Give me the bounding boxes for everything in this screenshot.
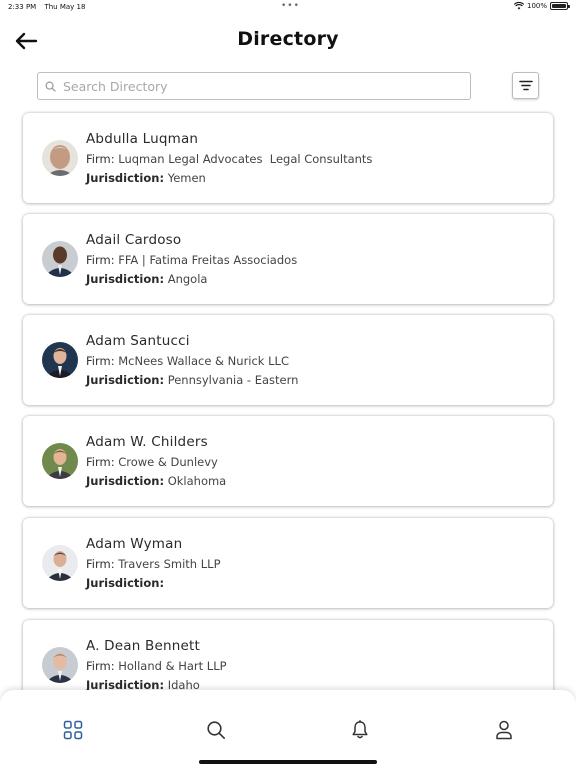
contact-name: Adam W. Childers: [86, 434, 208, 450]
firm-label: Firm:: [86, 455, 115, 469]
jurisdiction-label: Jurisdiction:: [86, 373, 165, 387]
directory-card[interactable]: Adam Wyman Firm: Travers Smith LLP Juris…: [23, 518, 553, 608]
firm-label: Firm:: [86, 557, 115, 571]
filter-button[interactable]: [512, 72, 539, 99]
contact-name: Adam Santucci: [86, 333, 190, 349]
page-title: Directory: [237, 28, 339, 50]
status-left: 2:33 PM Thu May 18: [8, 3, 91, 11]
search-box[interactable]: [37, 72, 471, 100]
tab-bar: [0, 690, 576, 768]
contact-name: Adam Wyman: [86, 536, 183, 552]
contact-name: A. Dean Bennett: [86, 638, 200, 654]
battery-icon: [550, 2, 570, 10]
wifi-icon: [513, 2, 524, 10]
contact-jurisdiction: Jurisdiction: Pennsylvania - Eastern: [86, 373, 298, 387]
firm-value: FFA | Fatima Freitas Associados: [118, 253, 298, 267]
directory-card[interactable]: Adam Santucci Firm: McNees Wallace & Nur…: [23, 315, 553, 405]
search-icon: [45, 81, 56, 92]
jurisdiction-value: Pennsylvania - Eastern: [167, 373, 299, 387]
directory-card[interactable]: Adail Cardoso Firm: FFA | Fatima Freitas…: [23, 214, 553, 304]
avatar: [42, 443, 78, 479]
avatar: [42, 647, 78, 683]
firm-value: Luqman Legal Advocates Legal Consultants: [118, 152, 373, 166]
contact-name: Adail Cardoso: [86, 232, 182, 248]
user-icon: [496, 720, 512, 740]
jurisdiction-label: Jurisdiction:: [86, 576, 165, 590]
search-row: [37, 72, 539, 100]
tab-profile[interactable]: [492, 718, 516, 742]
avatar: [42, 140, 78, 176]
tab-notifications[interactable]: [348, 718, 372, 742]
status-date: Thu May 18: [44, 3, 86, 11]
directory-card[interactable]: Adam W. Childers Firm: Crowe & Dunlevy J…: [23, 416, 553, 506]
jurisdiction-label: Jurisdiction:: [86, 171, 165, 185]
directory-card[interactable]: Abdulla Luqman Firm: Luqman Legal Advoca…: [23, 113, 553, 203]
search-icon: [207, 721, 225, 739]
contact-name: Abdulla Luqman: [86, 131, 199, 147]
jurisdiction-value: Oklahoma: [167, 474, 227, 488]
firm-label: Firm:: [86, 354, 115, 368]
firm-label: Firm:: [86, 152, 115, 166]
contact-jurisdiction: Jurisdiction: Yemen: [86, 171, 206, 185]
contact-jurisdiction: Jurisdiction: Oklahoma: [86, 474, 226, 488]
firm-value: Holland & Hart LLP: [118, 659, 227, 673]
contact-firm: Firm: Holland & Hart LLP: [86, 659, 227, 673]
contact-firm: Firm: Travers Smith LLP: [86, 557, 221, 571]
jurisdiction-label: Jurisdiction:: [86, 474, 165, 488]
contact-firm: Firm: FFA | Fatima Freitas Associados: [86, 253, 297, 267]
firm-value: McNees Wallace & Nurick LLC: [118, 354, 289, 368]
bell-icon: [352, 720, 368, 739]
firm-label: Firm:: [86, 659, 115, 673]
contact-firm: Firm: McNees Wallace & Nurick LLC: [86, 354, 289, 368]
contact-jurisdiction: Jurisdiction: Angola: [86, 272, 207, 286]
avatar: [42, 545, 78, 581]
status-right: 100%: [513, 2, 570, 10]
multitasking-dots-icon[interactable]: •••: [281, 1, 300, 11]
status-bar: 2:33 PM Thu May 18 ••• 100%: [0, 0, 576, 14]
jurisdiction-value: Angola: [167, 272, 208, 286]
filter-icon: [518, 80, 533, 91]
firm-label: Firm:: [86, 253, 115, 267]
avatar: [42, 342, 78, 378]
avatar: [42, 241, 78, 277]
grid-icon: [63, 720, 83, 740]
firm-value: Crowe & Dunlevy: [118, 455, 218, 469]
jurisdiction-label: Jurisdiction:: [86, 272, 165, 286]
tab-search[interactable]: [204, 718, 228, 742]
header: Directory: [0, 24, 576, 58]
battery-percentage: 100%: [526, 2, 547, 10]
contact-firm: Firm: Crowe & Dunlevy: [86, 455, 218, 469]
tab-home[interactable]: [61, 718, 85, 742]
firm-value: Travers Smith LLP: [118, 557, 221, 571]
home-indicator[interactable]: [199, 760, 377, 764]
contact-firm: Firm: Luqman Legal Advocates Legal Consu…: [86, 152, 372, 166]
status-time: 2:33 PM: [8, 3, 37, 11]
contact-jurisdiction: Jurisdiction:: [86, 576, 168, 590]
search-input[interactable]: [63, 78, 443, 94]
jurisdiction-value: Yemen: [167, 171, 206, 185]
